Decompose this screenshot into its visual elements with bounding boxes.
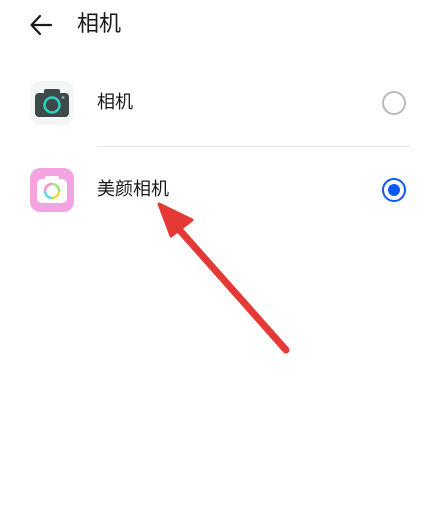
radio-dot <box>388 184 400 196</box>
beauty-camera-app-icon <box>30 168 74 212</box>
divider <box>97 146 410 147</box>
header: 相机 <box>0 0 437 52</box>
camera-app-icon <box>30 81 74 125</box>
option-label: 美颜相机 <box>97 179 169 200</box>
option-label: 相机 <box>97 92 133 113</box>
default-camera-settings-page: 相机 相机 美颜相机 <box>0 0 437 522</box>
arrow-left-icon <box>30 14 53 36</box>
page-title: 相机 <box>77 12 122 37</box>
radio-button-selected[interactable] <box>382 178 406 202</box>
option-row-beauty-camera[interactable]: 美颜相机 <box>0 158 437 222</box>
back-button[interactable] <box>26 9 58 41</box>
option-row-camera[interactable]: 相机 <box>0 71 437 135</box>
radio-button-unselected[interactable] <box>382 91 406 115</box>
